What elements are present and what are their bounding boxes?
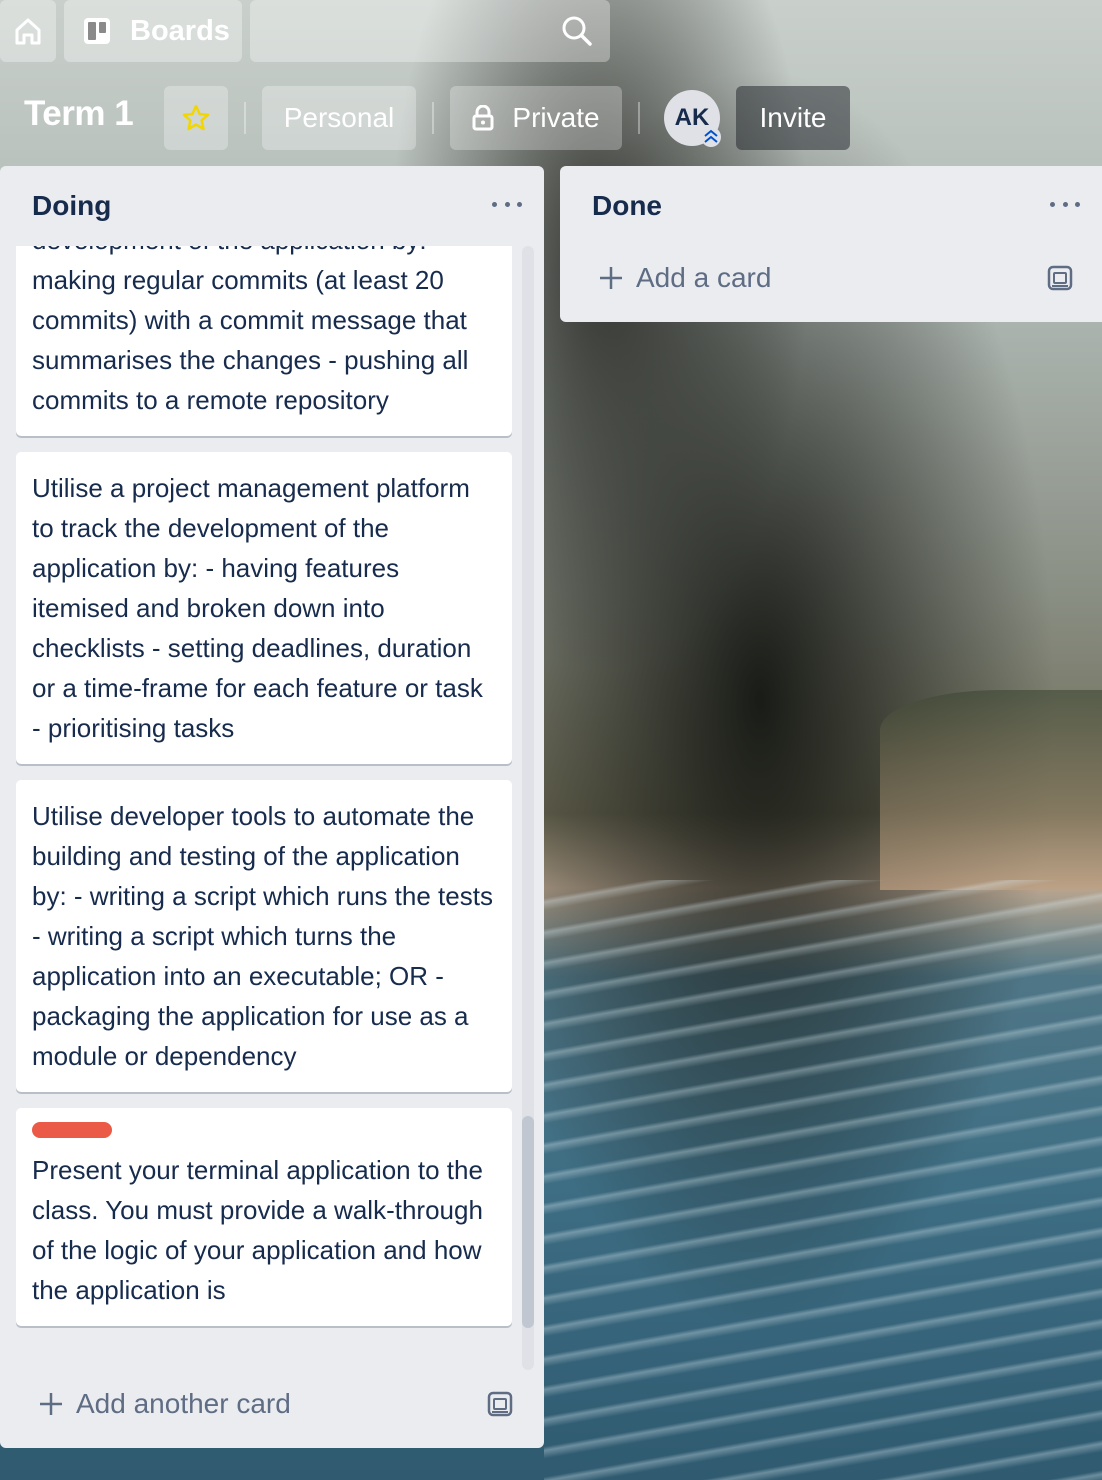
visibility-label: Private (512, 102, 600, 133)
card-template-icon[interactable] (1046, 264, 1074, 292)
card[interactable]: Utilise a project management platform to… (16, 452, 512, 764)
board-header: Term 1 Personal Private AK Invite (0, 86, 1102, 150)
star-board-button[interactable] (164, 86, 228, 150)
card[interactable]: Utilise source control throughout the de… (16, 246, 512, 436)
add-card-label: Add a card (636, 262, 772, 293)
card-list: Utilise source control throughout the de… (16, 246, 514, 1370)
add-card-button[interactable]: Add a card (598, 262, 771, 294)
list-doing: Doing Utilise source control throughout … (0, 166, 544, 1448)
add-card-button[interactable]: Add another card (38, 1388, 291, 1420)
star-icon (182, 104, 210, 131)
card-text: Utilise developer tools to automate the … (32, 801, 493, 1071)
card-label[interactable] (32, 1122, 112, 1138)
home-button[interactable] (0, 0, 56, 62)
visibility-button[interactable]: Private (450, 86, 622, 150)
personal-button[interactable]: Personal (262, 86, 416, 150)
list-menu-button[interactable] (492, 194, 522, 214)
card-text: Present your terminal application to the… (32, 1155, 483, 1305)
list-title[interactable]: Done (592, 190, 662, 222)
card-template-icon[interactable] (486, 1390, 514, 1418)
add-card-label: Add another card (76, 1388, 291, 1419)
more-icon (492, 201, 497, 207)
search-icon (562, 16, 592, 46)
plus-icon (40, 1393, 62, 1415)
more-icon (1050, 201, 1055, 207)
header-divider (244, 102, 246, 134)
boards-label: Boards (130, 14, 230, 47)
list-done: Done Add a card (560, 166, 1102, 322)
background-shoreline (880, 690, 1102, 890)
card[interactable]: Utilise developer tools to automate the … (16, 780, 512, 1092)
invite-button[interactable]: Invite (736, 86, 850, 150)
header-divider (638, 102, 640, 134)
lock-icon (472, 105, 494, 131)
background-waves (544, 880, 1102, 1480)
card-text: Utilise a project management platform to… (32, 473, 483, 743)
boards-button[interactable]: Boards (64, 0, 242, 62)
top-navigation: Boards (0, 0, 1102, 62)
search-input[interactable] (250, 0, 610, 62)
board-title[interactable]: Term 1 (24, 94, 134, 134)
boards-icon (84, 18, 110, 44)
plus-icon (600, 267, 622, 289)
card-text: Utilise source control throughout the de… (32, 246, 469, 415)
home-icon (15, 18, 41, 45)
header-divider (432, 102, 434, 134)
card[interactable]: Present your terminal application to the… (16, 1108, 512, 1326)
list-title[interactable]: Doing (32, 190, 111, 222)
admin-chevrons-icon (701, 127, 721, 147)
list-menu-button[interactable] (1050, 194, 1080, 214)
scrollbar-thumb[interactable] (522, 1116, 534, 1328)
